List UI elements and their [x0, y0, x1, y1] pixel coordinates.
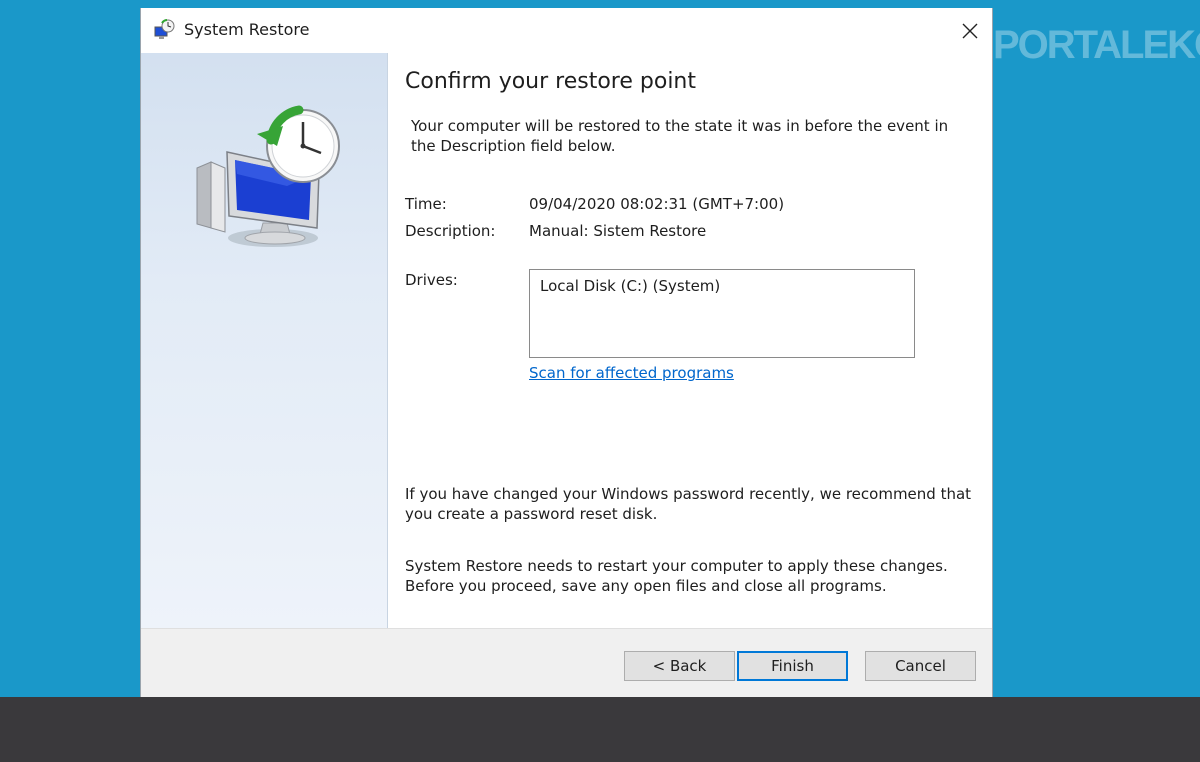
- system-restore-icon: [153, 19, 175, 41]
- close-icon: [962, 23, 977, 38]
- finish-button[interactable]: Finish: [737, 651, 848, 681]
- description-value: Manual: Sistem Restore: [529, 222, 707, 240]
- back-button[interactable]: < Back: [624, 651, 735, 681]
- restart-note: System Restore needs to restart your com…: [405, 557, 948, 595]
- intro-text: Your computer will be restored to the st…: [411, 117, 949, 155]
- page-heading: Confirm your restore point: [405, 69, 697, 94]
- taskbar: [0, 697, 1200, 762]
- system-restore-window: System Restore Confirm your restore poin…: [140, 8, 993, 698]
- cancel-button[interactable]: Cancel: [865, 651, 976, 681]
- sidebar-panel: [141, 53, 388, 628]
- description-label: Description:: [405, 222, 496, 240]
- time-label: Time:: [405, 195, 447, 213]
- close-button[interactable]: [947, 8, 992, 53]
- watermark: PORTALEKONOMI: [993, 23, 1200, 67]
- drives-list[interactable]: Local Disk (C:) (System): [529, 269, 915, 358]
- button-bar: < Back Finish Cancel: [141, 628, 992, 698]
- content-panel: Confirm your restore point Your computer…: [405, 53, 985, 628]
- time-value: 09/04/2020 08:02:31 (GMT+7:00): [529, 195, 785, 213]
- drive-item[interactable]: Local Disk (C:) (System): [540, 277, 720, 295]
- scan-affected-programs-link[interactable]: Scan for affected programs: [529, 364, 734, 382]
- title-bar: System Restore: [141, 8, 992, 53]
- system-restore-hero-icon: [191, 98, 341, 253]
- drives-label: Drives:: [405, 271, 458, 289]
- window-title: System Restore: [184, 20, 310, 39]
- password-note: If you have changed your Windows passwor…: [405, 485, 972, 523]
